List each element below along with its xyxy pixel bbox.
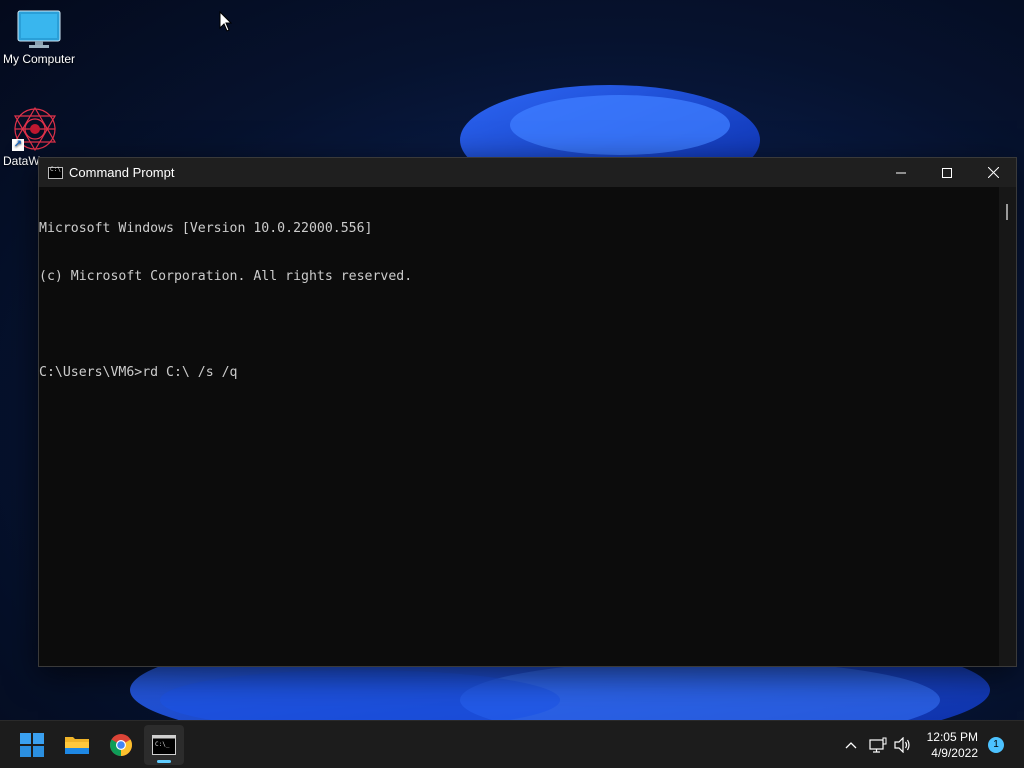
- terminal-icon: C:\_: [152, 735, 176, 755]
- desktop-icon-my-computer[interactable]: My Computer: [0, 10, 79, 66]
- maximize-button[interactable]: [924, 158, 970, 187]
- scrollbar-thumb[interactable]: [1006, 204, 1008, 220]
- file-explorer-button[interactable]: [57, 725, 97, 765]
- taskbar-clock[interactable]: 12:05 PM 4/9/2022: [908, 729, 978, 761]
- monitor-icon: [17, 10, 61, 48]
- shortcut-arrow-icon: ↗: [12, 139, 24, 151]
- network-button[interactable]: [868, 733, 888, 757]
- cmd-app-icon: [48, 166, 63, 179]
- command-prompt-taskbar-button[interactable]: C:\_: [144, 725, 184, 765]
- console-line: (c) Microsoft Corporation. All rights re…: [39, 269, 413, 284]
- folder-icon: [65, 737, 89, 754]
- mouse-cursor-icon: [219, 11, 233, 32]
- vertical-scrollbar[interactable]: [999, 187, 1016, 666]
- notification-badge[interactable]: 1: [988, 737, 1004, 753]
- window-titlebar[interactable]: Command Prompt: [39, 158, 1016, 187]
- start-button[interactable]: [12, 725, 52, 765]
- console-output[interactable]: Microsoft Windows [Version 10.0.22000.55…: [39, 187, 999, 666]
- svg-text:C:\_: C:\_: [155, 741, 170, 748]
- minimize-icon: [896, 172, 906, 173]
- console-prompt-line[interactable]: C:\Users\VM6>rd C:\ /s /q: [39, 365, 999, 381]
- chevron-up-icon: [845, 742, 857, 749]
- taskbar: C:\_ 12:05 PM 4/9/2022 1: [0, 720, 1024, 768]
- desktop-icon-label: My Computer: [2, 52, 76, 66]
- close-button[interactable]: [970, 158, 1016, 187]
- chrome-button[interactable]: [101, 725, 141, 765]
- clock-date: 4/9/2022: [931, 746, 978, 760]
- network-icon: [869, 737, 887, 753]
- windows-logo-icon: [20, 733, 44, 757]
- console-line: Microsoft Windows [Version 10.0.22000.55…: [39, 221, 373, 236]
- command-prompt-window[interactable]: Command Prompt Microsoft Windows [Versio…: [38, 157, 1017, 667]
- show-hidden-icons-button[interactable]: [841, 733, 861, 757]
- window-controls: [878, 158, 1016, 187]
- chrome-icon: [110, 734, 132, 756]
- window-title: Command Prompt: [69, 165, 175, 180]
- close-icon: [987, 167, 999, 178]
- minimize-button[interactable]: [878, 158, 924, 187]
- active-indicator: [157, 760, 171, 763]
- maximize-icon: [942, 167, 952, 178]
- clock-time: 12:05 PM: [926, 730, 978, 744]
